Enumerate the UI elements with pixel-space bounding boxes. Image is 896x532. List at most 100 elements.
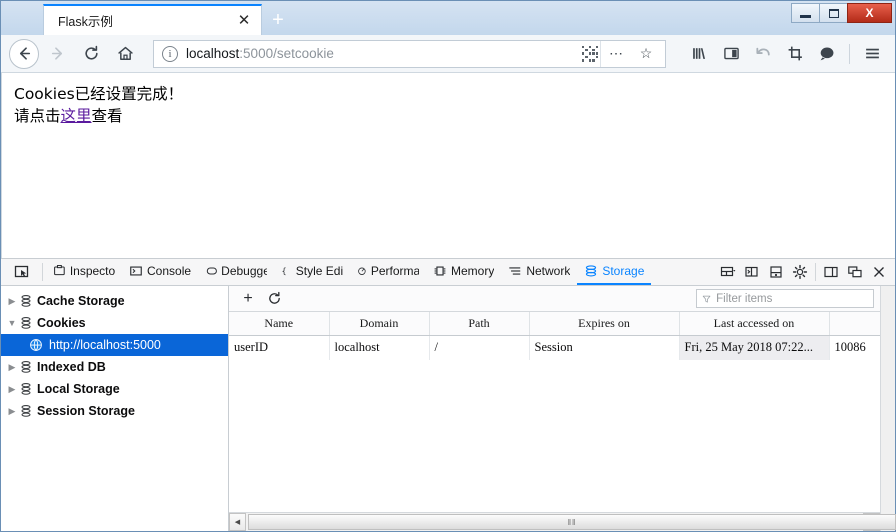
chevron-right-icon[interactable]: ▶ [5, 384, 19, 395]
sidebar-item-label: Session Storage [37, 404, 135, 418]
element-picker-icon[interactable] [9, 261, 35, 283]
toolbar-separator [42, 263, 43, 281]
column-header-domain[interactable]: Domain [329, 312, 429, 335]
gear-icon [792, 264, 808, 280]
sidebar-item-label: http://localhost:5000 [49, 338, 161, 352]
page-content: Cookies已经设置完成！ 请点击这里查看 [1, 73, 895, 258]
tab-inspector[interactable]: Inspector [46, 259, 122, 285]
library-icon[interactable] [684, 39, 714, 69]
page-line-2-prefix: 请点击 [14, 107, 61, 125]
here-link[interactable]: 这里 [61, 107, 92, 125]
separate-window-button[interactable] [843, 261, 867, 283]
browser-tab-active[interactable]: Flask示例 ✕ [43, 4, 262, 35]
cell-domain: localhost [329, 335, 429, 360]
scrollbar-track[interactable]: ‖‖ [246, 513, 863, 531]
tab-storage[interactable]: Storage [577, 259, 651, 285]
screenshot-icon[interactable] [780, 39, 810, 69]
pocket-icon[interactable] [812, 39, 842, 69]
forward-arrow-icon [49, 45, 66, 62]
forward-button[interactable] [41, 39, 73, 69]
tab-network-label: Network [526, 264, 570, 278]
devtools-screenshot-button[interactable] [764, 261, 788, 283]
tab-memory[interactable]: Memory [426, 259, 501, 285]
qr-code-icon[interactable] [580, 44, 600, 64]
tab-title: Flask示例 [58, 11, 235, 30]
sidebar-item-localhost-origin[interactable]: http://localhost:5000 [1, 334, 228, 356]
filter-items-box[interactable] [696, 289, 874, 308]
back-button[interactable] [9, 39, 39, 69]
scroll-left-arrow[interactable]: ◀ [229, 513, 246, 531]
tab-debugger[interactable]: Debugger [198, 259, 274, 285]
database-icon [19, 404, 33, 418]
sidebar-item-indexed-db[interactable]: ▶ Indexed DB [1, 356, 228, 378]
page-actions-icon[interactable]: ⋯ [601, 41, 631, 67]
devtools-vertical-scrollbar[interactable] [880, 286, 895, 531]
refresh-items-button[interactable] [261, 288, 287, 310]
new-tab-button[interactable]: + [262, 4, 294, 35]
scrollbar-thumb[interactable]: ‖‖ [248, 514, 896, 530]
svg-text:{ }: { } [282, 266, 292, 276]
dock-side-icon [823, 264, 839, 280]
sidebar-item-label: Indexed DB [37, 360, 106, 374]
close-icon [871, 264, 887, 280]
sidebar-item-cache-storage[interactable]: ▶ Cache Storage [1, 290, 228, 312]
sidebar-item-session-storage[interactable]: ▶ Session Storage [1, 400, 228, 422]
style-editor-icon: { } [281, 264, 292, 278]
back-arrow-icon [16, 45, 33, 62]
maximize-button[interactable] [819, 3, 848, 23]
home-button[interactable] [109, 39, 141, 69]
tab-console[interactable]: Console [122, 259, 198, 285]
separate-window-icon [847, 264, 863, 280]
address-bar[interactable]: i localhost:5000/setcookie ⋯ ☆ [153, 40, 666, 68]
refresh-icon [267, 291, 282, 306]
menu-icon[interactable] [857, 39, 887, 69]
table-row[interactable]: userID localhost / Session Fri, 25 May 2… [229, 335, 880, 360]
cell-name: userID [229, 335, 329, 360]
column-header-name[interactable]: Name [229, 312, 329, 335]
tab-performance[interactable]: Performance [350, 259, 426, 285]
right-button-separator [815, 263, 816, 281]
tab-console-label: Console [147, 264, 191, 278]
bookmark-star-icon[interactable]: ☆ [631, 41, 661, 67]
chevron-right-icon[interactable]: ▶ [5, 406, 19, 417]
devtools-close-button[interactable] [867, 261, 891, 283]
responsive-design-mode-button[interactable] [716, 261, 740, 283]
site-info-icon[interactable]: i [162, 46, 178, 62]
url-host: localhost [186, 46, 239, 61]
chevron-down-icon[interactable]: ▼ [5, 318, 19, 328]
database-icon [19, 360, 33, 374]
globe-icon [29, 338, 43, 352]
storage-table-toolbar: + [229, 286, 880, 312]
inspector-icon [53, 264, 66, 278]
column-header-expires-on[interactable]: Expires on [529, 312, 679, 335]
reload-button[interactable] [75, 39, 107, 69]
add-item-button[interactable]: + [235, 288, 261, 310]
chevron-right-icon[interactable]: ▶ [5, 296, 19, 307]
sidebar-item-label: Cache Storage [37, 294, 125, 308]
sidebar-icon[interactable] [716, 39, 746, 69]
devtools-settings-button[interactable] [788, 261, 812, 283]
close-window-button[interactable]: X [847, 3, 892, 23]
tab-inspector-label: Inspector [70, 264, 115, 278]
minimize-button[interactable] [791, 3, 820, 23]
chevron-right-icon[interactable]: ▶ [5, 362, 19, 373]
tab-style-editor[interactable]: { } Style Editor [274, 259, 350, 285]
dock-side-button[interactable] [819, 261, 843, 283]
database-icon [19, 316, 33, 330]
tab-strip: Flask示例 ✕ + X [1, 1, 895, 35]
close-tab-icon[interactable]: ✕ [235, 12, 253, 30]
undo-icon[interactable] [748, 39, 778, 69]
page-line-1: Cookies已经设置完成！ [14, 83, 883, 105]
tab-network[interactable]: Network [501, 259, 577, 285]
sidebar-item-local-storage[interactable]: ▶ Local Storage [1, 378, 228, 400]
column-header-path[interactable]: Path [429, 312, 529, 335]
horizontal-scrollbar[interactable]: ◀ ‖‖ ▶ [229, 512, 880, 531]
sidebar-item-cookies[interactable]: ▼ Cookies [1, 312, 228, 334]
tab-style-editor-label: Style Editor [296, 264, 343, 278]
column-header-value[interactable]: Value [829, 312, 880, 335]
column-header-last-accessed-on[interactable]: Last accessed on [679, 312, 829, 335]
filter-items-input[interactable] [716, 293, 868, 305]
split-console-button[interactable] [740, 261, 764, 283]
tab-memory-label: Memory [451, 264, 494, 278]
url-path: :5000/setcookie [239, 46, 334, 61]
